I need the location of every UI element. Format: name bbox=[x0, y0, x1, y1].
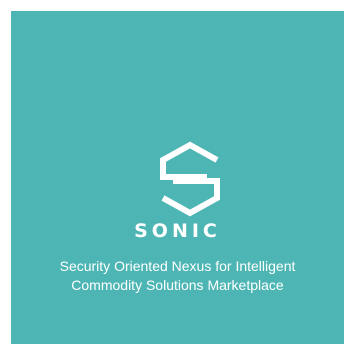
hexagon-s-icon bbox=[160, 141, 220, 217]
tagline-line-1: Security Oriented Nexus for Intelligent bbox=[59, 258, 296, 274]
brand-name: SONIC bbox=[134, 220, 221, 242]
logo-card: SONIC Security Oriented Nexus for Intell… bbox=[11, 11, 344, 344]
tagline-line-2: Commodity Solutions Marketplace bbox=[71, 277, 284, 293]
